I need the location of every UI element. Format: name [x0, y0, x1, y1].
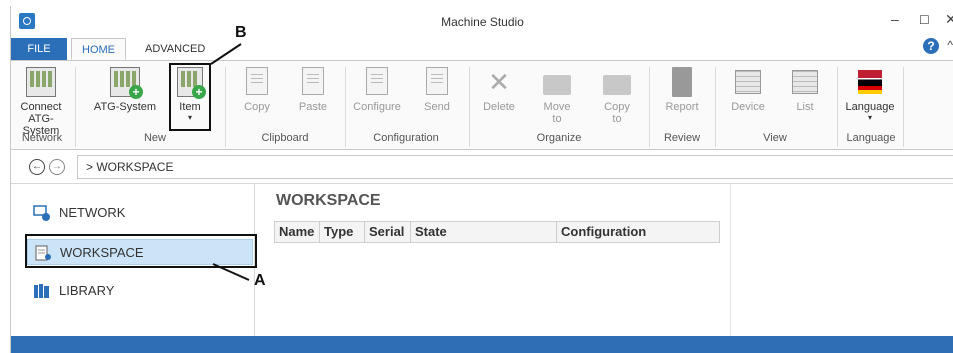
- device-view-button[interactable]: Device: [725, 67, 771, 113]
- forward-arrow-icon[interactable]: →: [49, 159, 65, 175]
- column-header-configuration[interactable]: Configuration: [557, 222, 719, 242]
- tab-home[interactable]: HOME: [71, 38, 126, 60]
- library-icon: [34, 284, 49, 298]
- new-atg-system-button[interactable]: + ATG-System: [93, 67, 157, 113]
- group-label-organize: Organize: [536, 132, 582, 144]
- group-label-configuration: Configuration: [373, 132, 439, 144]
- language-dropdown-icon: ▾: [867, 113, 872, 122]
- configure-button[interactable]: Configure: [351, 67, 403, 113]
- column-header-type[interactable]: Type: [320, 222, 365, 242]
- navigation-bar: ← → > WORKSPACE: [11, 150, 953, 184]
- move-folder-icon: [543, 75, 571, 95]
- group-label-network: Network: [21, 132, 63, 144]
- report-button[interactable]: Report: [659, 67, 705, 113]
- delete-button[interactable]: ✕ Delete: [479, 67, 519, 113]
- annotation-pointer-a: [212, 263, 250, 281]
- list-icon: [792, 70, 818, 94]
- group-label-new: New: [143, 132, 166, 144]
- paste-button[interactable]: Paste: [293, 67, 333, 113]
- group-label-language: Language: [846, 132, 896, 144]
- send-button[interactable]: Send: [417, 67, 457, 113]
- main-panel: WORKSPACE Name Type Serial State Configu…: [256, 184, 953, 336]
- workspace-table-header: Name Type Serial State Configuration: [274, 221, 720, 243]
- sidebar-item-network[interactable]: NETWORK: [27, 200, 255, 226]
- send-icon: [426, 67, 448, 95]
- group-label-review: Review: [663, 132, 701, 144]
- column-header-name[interactable]: Name: [275, 222, 320, 242]
- network-icon: [33, 205, 50, 221]
- collapse-ribbon-icon[interactable]: ^: [947, 38, 953, 52]
- ribbon: Connect ATG-System Network + ATG-System …: [11, 60, 953, 150]
- minimize-button[interactable]: –: [891, 11, 899, 27]
- delete-icon: ✕: [488, 67, 510, 97]
- tab-file[interactable]: FILE: [11, 38, 67, 60]
- title-bar: Machine Studio – ☐ ✕: [11, 6, 953, 36]
- annotation-pointer-b: [210, 43, 242, 65]
- close-button[interactable]: ✕: [945, 11, 953, 28]
- copy-folder-icon: [603, 75, 631, 95]
- move-to-button[interactable]: Move to: [537, 67, 577, 125]
- connect-atg-system-button[interactable]: Connect ATG-System: [15, 67, 67, 137]
- status-bar: [11, 336, 953, 353]
- tab-advanced[interactable]: ADVANCED: [135, 38, 215, 60]
- language-flag-icon: [858, 70, 882, 94]
- annotation-letter-a: A: [254, 272, 266, 289]
- device-icon: [735, 70, 761, 94]
- annotation-box-b: [169, 63, 211, 131]
- language-button[interactable]: Language ▾: [845, 67, 895, 123]
- maximize-button[interactable]: ☐: [919, 13, 930, 27]
- report-icon: [672, 67, 692, 97]
- atg-system-icon: +: [110, 67, 143, 99]
- list-view-button[interactable]: List: [785, 67, 825, 113]
- column-header-state[interactable]: State: [411, 222, 557, 242]
- group-label-clipboard: Clipboard: [261, 132, 309, 144]
- add-icon: +: [129, 85, 143, 99]
- copy-icon: [246, 67, 268, 95]
- app-window: Machine Studio – ☐ ✕ FILE HOME ADVANCED …: [10, 6, 953, 353]
- group-label-view: View: [763, 132, 787, 144]
- breadcrumb[interactable]: > WORKSPACE: [77, 155, 953, 179]
- connect-network-icon: [26, 67, 56, 97]
- help-icon[interactable]: ?: [923, 38, 939, 54]
- column-header-serial[interactable]: Serial: [365, 222, 411, 242]
- back-arrow-icon[interactable]: ←: [29, 159, 45, 175]
- copy-to-button[interactable]: Copy to: [597, 67, 637, 125]
- copy-button[interactable]: Copy: [237, 67, 277, 113]
- annotation-letter-b: B: [235, 24, 247, 41]
- window-title: Machine Studio: [441, 15, 524, 29]
- page-title: WORKSPACE: [276, 192, 381, 209]
- configure-icon: [366, 67, 388, 95]
- ribbon-tabs: FILE HOME ADVANCED: [11, 36, 953, 60]
- paste-icon: [302, 67, 324, 95]
